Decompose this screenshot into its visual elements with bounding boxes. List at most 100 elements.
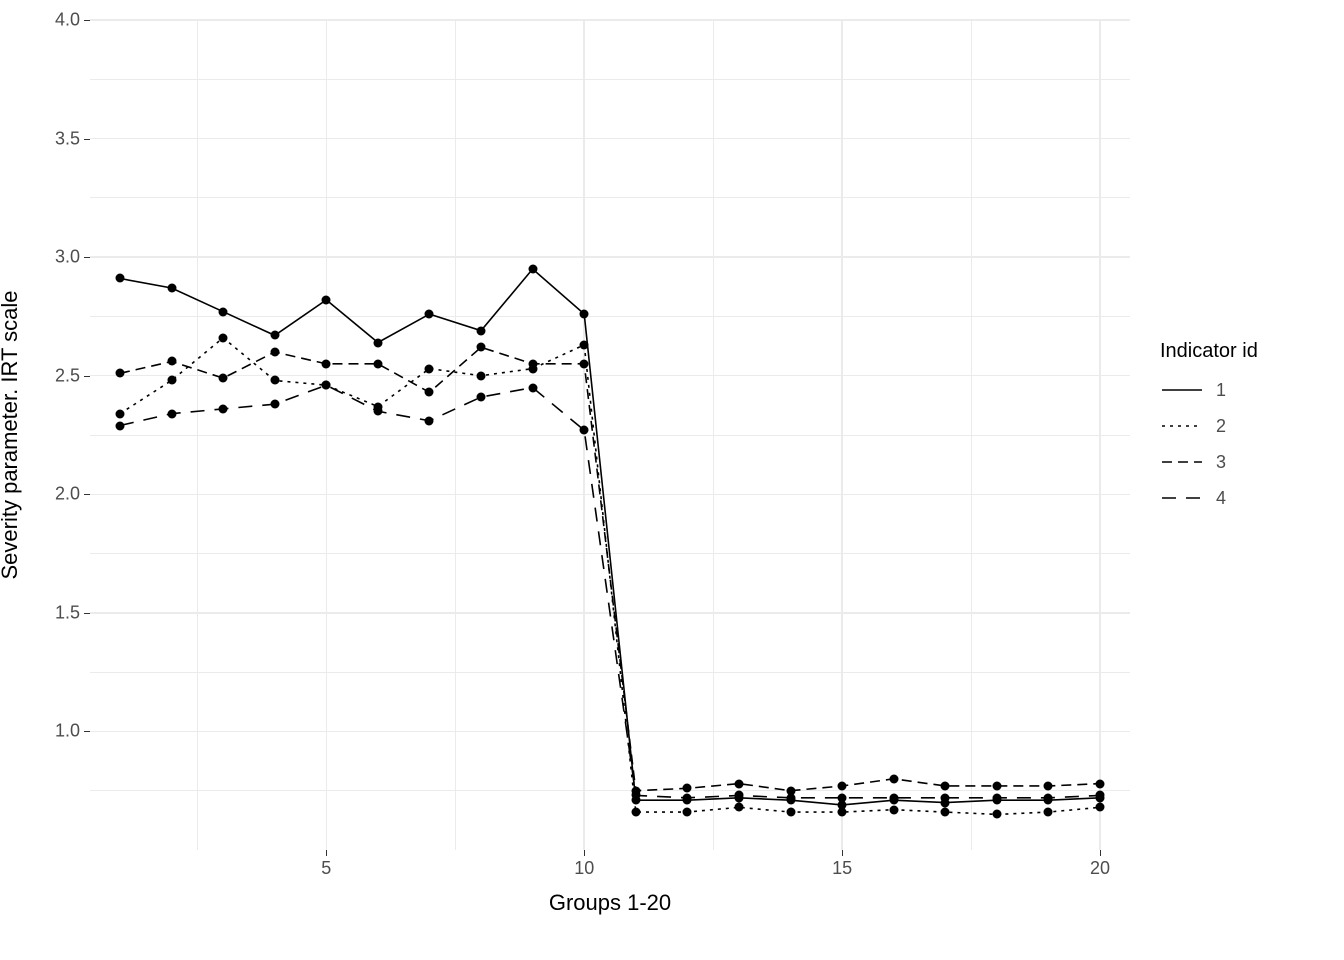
legend-label: 4 bbox=[1216, 488, 1226, 509]
legend-item-4: 4 bbox=[1160, 487, 1330, 509]
chart-figure: 5 10 15 20 1.0 1.5 2.0 2.5 3.0 3.5 4.0 Groups 1-2… bbox=[0, 0, 1344, 960]
data-point bbox=[116, 369, 125, 378]
y-tick-label: 1.5 bbox=[20, 602, 80, 623]
data-point bbox=[941, 793, 950, 802]
data-point bbox=[270, 348, 279, 357]
legend-item-1: 1 bbox=[1160, 379, 1330, 401]
data-point bbox=[528, 265, 537, 274]
data-point bbox=[528, 383, 537, 392]
data-point bbox=[580, 426, 589, 435]
data-point bbox=[734, 803, 743, 812]
data-point bbox=[941, 781, 950, 790]
data-point bbox=[734, 779, 743, 788]
chart-lines bbox=[90, 20, 1130, 850]
data-point bbox=[580, 359, 589, 368]
data-point bbox=[116, 274, 125, 283]
data-point bbox=[477, 371, 486, 380]
data-point bbox=[219, 333, 228, 342]
y-tick-label: 3.0 bbox=[20, 247, 80, 268]
data-point bbox=[270, 331, 279, 340]
data-point bbox=[683, 784, 692, 793]
y-tick-label: 3.5 bbox=[20, 128, 80, 149]
y-tick-label: 2.0 bbox=[20, 484, 80, 505]
data-point bbox=[425, 310, 434, 319]
data-point bbox=[167, 409, 176, 418]
series-line-4 bbox=[120, 385, 1100, 798]
data-point bbox=[889, 793, 898, 802]
data-point bbox=[1044, 793, 1053, 802]
data-point bbox=[992, 810, 1001, 819]
data-point bbox=[889, 774, 898, 783]
data-point bbox=[992, 793, 1001, 802]
data-point bbox=[838, 793, 847, 802]
x-tick-label: 15 bbox=[832, 858, 852, 879]
series-line-1 bbox=[120, 269, 1100, 805]
data-point bbox=[580, 310, 589, 319]
data-point bbox=[1096, 779, 1105, 788]
data-point bbox=[1096, 803, 1105, 812]
data-point bbox=[167, 283, 176, 292]
y-tick-label: 4.0 bbox=[20, 10, 80, 31]
data-point bbox=[167, 357, 176, 366]
data-point bbox=[167, 376, 176, 385]
data-point bbox=[373, 359, 382, 368]
data-point bbox=[219, 307, 228, 316]
data-point bbox=[1044, 781, 1053, 790]
data-point bbox=[941, 808, 950, 817]
legend-label: 3 bbox=[1216, 452, 1226, 473]
legend-key-icon bbox=[1160, 415, 1204, 437]
data-point bbox=[631, 808, 640, 817]
plot-panel bbox=[90, 20, 1130, 850]
data-point bbox=[889, 805, 898, 814]
data-point bbox=[683, 793, 692, 802]
data-point bbox=[477, 393, 486, 402]
data-point bbox=[116, 421, 125, 430]
data-point bbox=[528, 359, 537, 368]
data-point bbox=[838, 781, 847, 790]
data-point bbox=[270, 376, 279, 385]
data-point bbox=[786, 808, 795, 817]
data-point bbox=[683, 808, 692, 817]
y-tick-label: 1.0 bbox=[20, 721, 80, 742]
data-point bbox=[477, 343, 486, 352]
data-point bbox=[425, 364, 434, 373]
legend-key-icon bbox=[1160, 451, 1204, 473]
data-point bbox=[992, 781, 1001, 790]
legend-label: 2 bbox=[1216, 416, 1226, 437]
data-point bbox=[373, 338, 382, 347]
data-point bbox=[425, 416, 434, 425]
legend-item-3: 3 bbox=[1160, 451, 1330, 473]
data-point bbox=[477, 326, 486, 335]
legend-item-2: 2 bbox=[1160, 415, 1330, 437]
legend: Indicator id 1 2 3 4 bbox=[1160, 340, 1330, 523]
data-point bbox=[322, 295, 331, 304]
legend-label: 1 bbox=[1216, 380, 1226, 401]
data-point bbox=[270, 400, 279, 409]
y-tick-label: 2.5 bbox=[20, 365, 80, 386]
data-point bbox=[322, 359, 331, 368]
data-point bbox=[219, 374, 228, 383]
data-point bbox=[322, 381, 331, 390]
data-point bbox=[1044, 808, 1053, 817]
data-point bbox=[116, 409, 125, 418]
data-point bbox=[425, 388, 434, 397]
data-point bbox=[631, 791, 640, 800]
x-axis-title: Groups 1-20 bbox=[90, 890, 1130, 916]
y-axis-title: Severity parameter. IRT scale bbox=[0, 291, 23, 580]
legend-title: Indicator id bbox=[1160, 340, 1330, 363]
data-point bbox=[373, 407, 382, 416]
legend-items: 1 2 3 4 bbox=[1160, 379, 1330, 509]
data-point bbox=[786, 793, 795, 802]
data-point bbox=[838, 808, 847, 817]
legend-key-icon bbox=[1160, 379, 1204, 401]
x-tick-label: 10 bbox=[574, 858, 594, 879]
x-tick-label: 5 bbox=[321, 858, 331, 879]
legend-key-icon bbox=[1160, 487, 1204, 509]
series-line-3 bbox=[120, 347, 1100, 790]
data-point bbox=[580, 340, 589, 349]
series-line-2 bbox=[120, 338, 1100, 815]
x-tick-label: 20 bbox=[1090, 858, 1110, 879]
data-point bbox=[219, 404, 228, 413]
data-point bbox=[734, 791, 743, 800]
data-point bbox=[1096, 791, 1105, 800]
